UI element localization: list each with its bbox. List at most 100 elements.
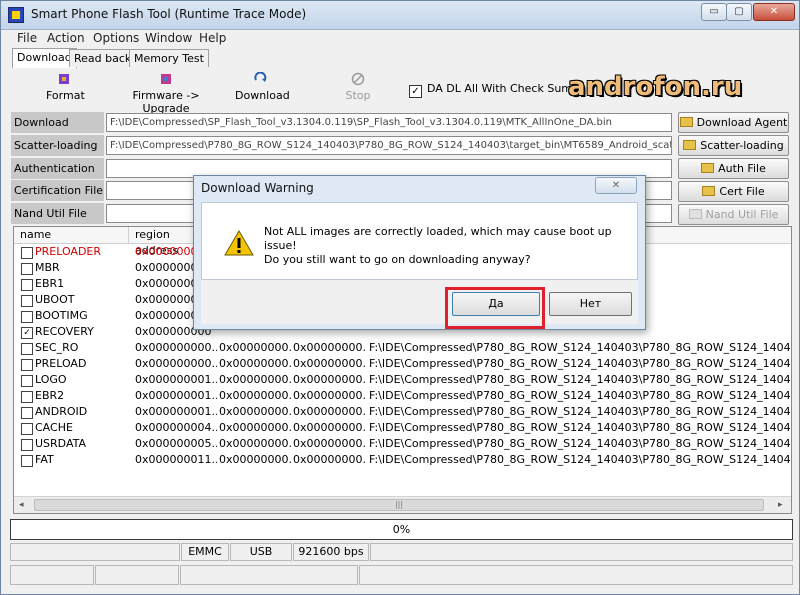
format-label: Format [46, 89, 85, 102]
format-button[interactable]: Format [46, 72, 85, 102]
nand-util-file-button[interactable]: Nand Util File [678, 204, 789, 225]
row-region-address: 0x000000001... [135, 389, 217, 402]
checkbox-mark: ✓ [409, 85, 422, 98]
cert-file-button[interactable]: Cert File [678, 181, 789, 202]
row-name: SEC_RO [35, 341, 79, 354]
status-cell-empty [10, 543, 180, 561]
row-location: F:\IDE\Compressed\P780_8G_ROW_S124_14040… [369, 341, 791, 354]
row-checkbox[interactable] [21, 455, 33, 467]
menu-window[interactable]: Window [145, 31, 192, 45]
tab-memory-test[interactable]: Memory Test [129, 49, 209, 67]
status2-cell-1 [10, 565, 94, 585]
row-name: UBOOT [35, 293, 75, 306]
row-name: FAT [35, 453, 54, 466]
row-region-address: 0x000000011... [135, 453, 217, 466]
da-dl-checksum-checkbox[interactable]: ✓ DA DL All With Check Sum [409, 82, 572, 98]
auth-file-button-label: Auth File [718, 162, 766, 175]
tab-strip: Download Read back Memory Test [1, 48, 799, 68]
status2-cell-3 [180, 565, 358, 585]
table-row[interactable]: EBR2 0x000000001... 0x00000000... 0x0000000… [14, 388, 791, 404]
folder-icon [688, 209, 702, 219]
download-agent-input[interactable]: F:\IDE\Compressed\SP_Flash_Tool_v3.1304.… [106, 113, 672, 132]
warning-icon [224, 230, 254, 256]
menu-options[interactable]: Options [93, 31, 139, 45]
table-row[interactable]: USRDATA 0x000000005... 0x00000000... 0x0000… [14, 436, 791, 452]
column-name[interactable]: name [14, 227, 129, 243]
da-dl-checksum-label: DA DL All With Check Sum [427, 82, 573, 95]
row-checkbox[interactable] [21, 279, 33, 291]
row-location: F:\IDE\Compressed\P780_8G_ROW_S124_14040… [369, 453, 791, 466]
row-checkbox[interactable] [21, 391, 33, 403]
row-begin-address: 0x00000000... [219, 453, 291, 466]
row-checkbox[interactable] [21, 359, 33, 371]
title-bar[interactable]: Smart Phone Flash Tool (Runtime Trace Mo… [1, 1, 799, 30]
horizontal-scrollbar[interactable]: ◂ ||| ▸ [14, 496, 791, 513]
scroll-thumb[interactable]: ||| [34, 499, 764, 511]
dialog-message: Not ALL images are correctly loaded, whi… [264, 225, 637, 267]
scatter-input[interactable]: F:\IDE\Compressed\P780_8G_ROW_S124_14040… [106, 136, 672, 155]
row-location: F:\IDE\Compressed\P780_8G_ROW_S124_14040… [369, 357, 791, 370]
maximize-button[interactable]: ▢ [726, 3, 752, 21]
row-checkbox[interactable] [21, 311, 33, 323]
stop-button[interactable]: Stop [343, 72, 373, 102]
menu-bar: File Action Options Window Help [1, 30, 799, 47]
table-row[interactable]: ANDROID 0x000000001... 0x00000000... 0x0000… [14, 404, 791, 420]
row-begin-address: 0x00000000... [219, 373, 291, 386]
row-end-address: 0x00000000... [293, 405, 365, 418]
stop-label: Stop [345, 89, 371, 102]
tab-download[interactable]: Download [12, 48, 77, 68]
progress-bar: 0% [10, 519, 793, 540]
dialog-close-button[interactable]: ✕ [595, 177, 637, 194]
firmware-upgrade-button[interactable]: Firmware -> Upgrade [111, 72, 221, 115]
row-region-address: 0x000000000... [135, 341, 217, 354]
menu-action[interactable]: Action [47, 31, 85, 45]
row-checkbox[interactable] [21, 295, 33, 307]
row-end-address: 0x00000000... [293, 341, 365, 354]
auth-label: Authentication File [11, 158, 104, 196]
status-cell-rest [370, 543, 793, 561]
minimize-button[interactable]: ▭ [701, 3, 727, 21]
yes-button-highlight [445, 287, 545, 329]
table-row[interactable]: LOGO 0x000000001... 0x00000000... 0x0000000… [14, 372, 791, 388]
folder-icon [702, 186, 716, 196]
row-name: EBR2 [35, 389, 65, 402]
status2-cell-2 [95, 565, 179, 585]
menu-help[interactable]: Help [199, 31, 226, 45]
row-location: F:\IDE\Compressed\P780_8G_ROW_S124_14040… [369, 421, 791, 434]
table-row[interactable]: SEC_RO 0x000000000... 0x00000000... 0x00000… [14, 340, 791, 356]
row-name: MBR [35, 261, 60, 274]
row-checkbox[interactable] [21, 247, 33, 259]
cert-file-button-label: Cert File [719, 185, 765, 198]
app-icon [8, 7, 24, 23]
table-row[interactable]: CACHE 0x000000004... 0x00000000... 0x000000… [14, 420, 791, 436]
scroll-left-arrow[interactable]: ◂ [19, 500, 24, 510]
row-region-address: 0x000000001... [135, 373, 217, 386]
table-row[interactable]: FAT 0x000000011... 0x00000000... 0x00000000… [14, 452, 791, 468]
row-checkbox[interactable] [21, 343, 33, 355]
row-region-address: 0x000000005... [135, 437, 217, 450]
row-end-address: 0x00000000... [293, 373, 365, 386]
row-checkbox[interactable] [21, 423, 33, 435]
close-button[interactable]: ✕ [753, 3, 795, 21]
row-name: BOOTIMG [35, 309, 88, 322]
row-begin-address: 0x00000000... [219, 389, 291, 402]
status-baud: 921600 bps [293, 543, 369, 561]
row-checkbox[interactable] [21, 263, 33, 275]
scroll-right-arrow[interactable]: ▸ [778, 500, 783, 510]
no-button[interactable]: Нет [549, 292, 632, 316]
download-button[interactable]: Download [235, 71, 290, 102]
row-checkbox[interactable] [21, 439, 33, 451]
menu-file[interactable]: File [17, 31, 37, 45]
row-end-address: 0x00000000... [293, 421, 365, 434]
scatter-row: Scatter-loading File F:\IDE\Compressed\P… [11, 135, 672, 173]
download-agent-button[interactable]: Download Agent [678, 112, 789, 133]
row-end-address: 0x00000000... [293, 357, 365, 370]
row-checkbox[interactable]: ✓ [21, 327, 33, 339]
auth-file-button[interactable]: Auth File [678, 158, 789, 179]
tab-read-back[interactable]: Read back [69, 49, 137, 67]
table-row[interactable]: PRELOAD 0x000000000... 0x00000000... 0x0000… [14, 356, 791, 372]
row-begin-address: 0x00000000... [219, 437, 291, 450]
row-checkbox[interactable] [21, 407, 33, 419]
row-checkbox[interactable] [21, 375, 33, 387]
scatter-loading-button[interactable]: Scatter-loading [678, 135, 789, 156]
